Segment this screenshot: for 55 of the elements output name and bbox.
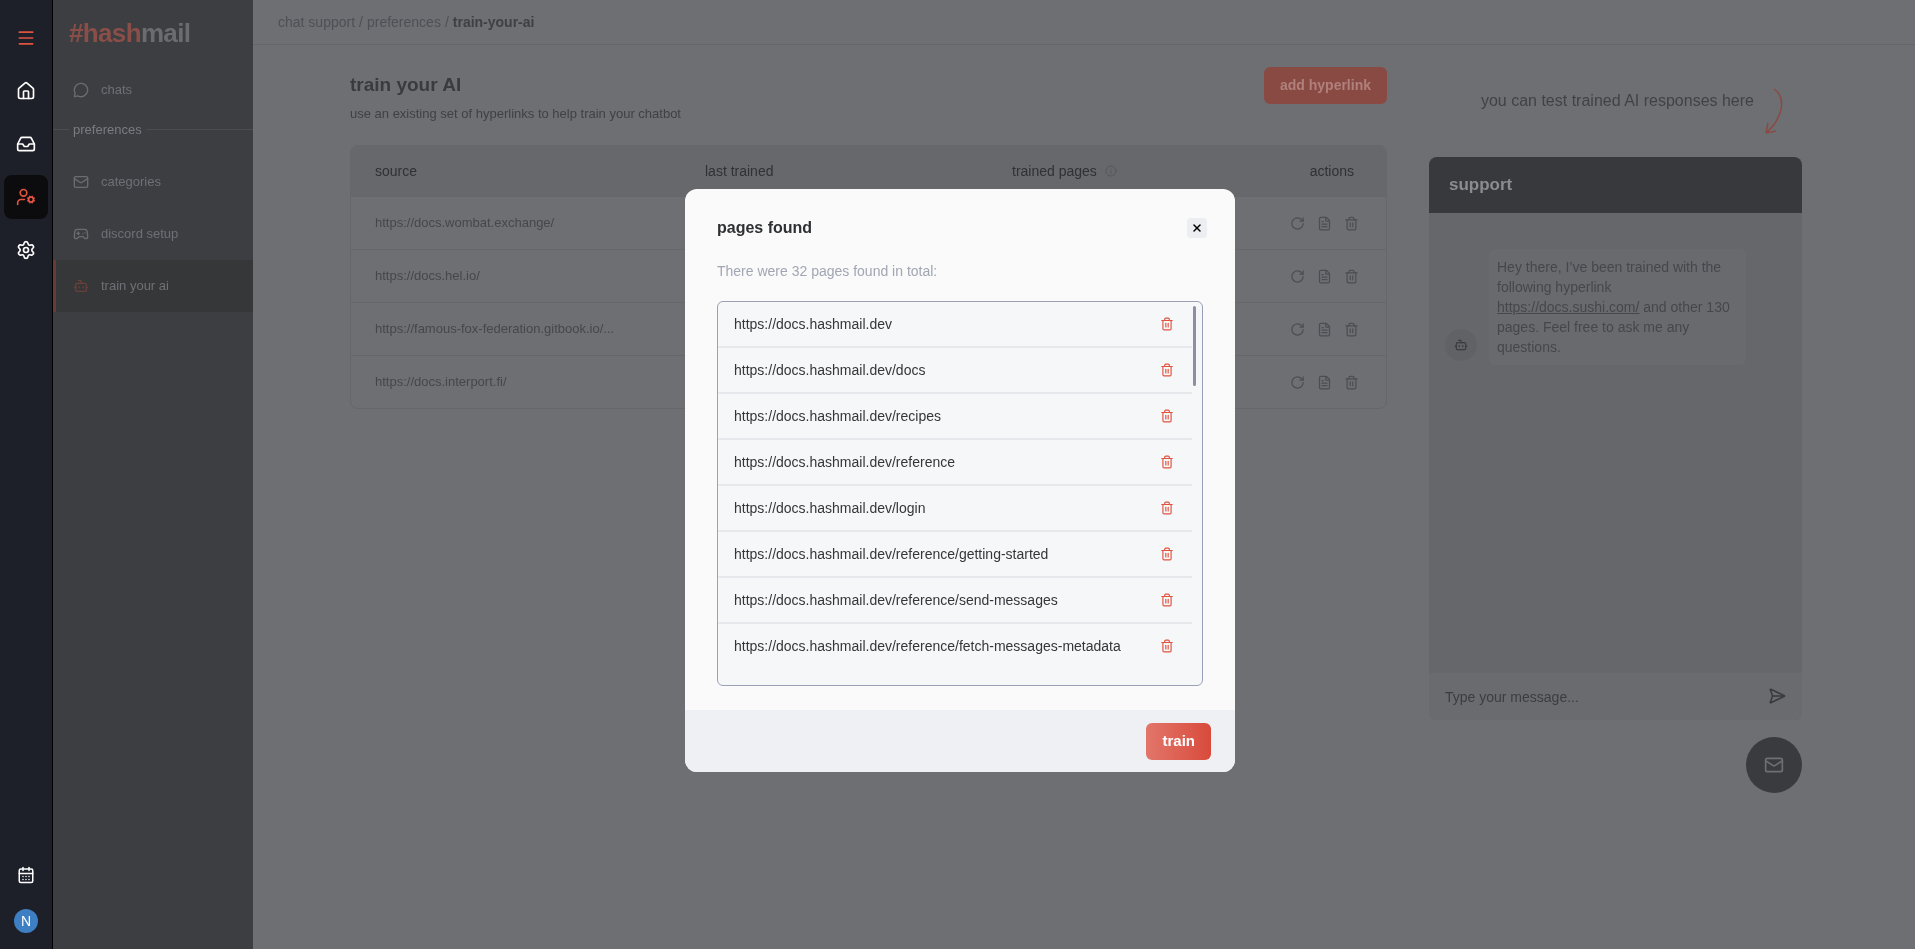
page-url: https://docs.hashmail.dev/docs <box>734 361 927 380</box>
refresh-icon[interactable] <box>1290 268 1305 284</box>
trash-icon[interactable] <box>1160 455 1174 469</box>
column-header: last trained <box>705 161 775 181</box>
mail-fab[interactable] <box>1746 737 1802 793</box>
dialog-title: pages found <box>717 218 813 238</box>
mail-icon <box>1764 755 1784 775</box>
trash-icon[interactable] <box>1344 268 1359 284</box>
trash-icon[interactable] <box>1160 639 1174 653</box>
page-url: https://docs.hashmail.dev <box>734 315 893 334</box>
column-header: actions <box>1308 161 1355 181</box>
column-header: source <box>375 161 419 181</box>
page-url: https://docs.hashmail.dev/recipes <box>734 407 942 426</box>
user-icon <box>16 187 36 207</box>
page-url: https://docs.hashmail.dev/login <box>734 499 927 518</box>
train-button[interactable]: train <box>1146 722 1211 760</box>
breadcrumb-separator: / <box>359 12 363 32</box>
chat-bubble-icon <box>73 82 89 98</box>
refresh-icon[interactable] <box>1290 215 1305 231</box>
trash-icon[interactable] <box>1160 501 1174 515</box>
refresh-icon[interactable] <box>1290 374 1305 390</box>
robot-icon <box>73 277 89 294</box>
bot-avatar <box>1445 329 1477 361</box>
home-icon <box>16 81 36 101</box>
trash-icon[interactable] <box>1160 593 1174 607</box>
trash-icon[interactable] <box>1160 317 1174 331</box>
trash-icon[interactable] <box>1344 215 1359 231</box>
page-url: https://docs.hashmail.dev/reference/send-messages <box>734 591 1059 610</box>
close-button[interactable] <box>1187 218 1207 238</box>
user-avatar[interactable]: N <box>14 909 38 933</box>
document-icon[interactable] <box>1317 215 1332 231</box>
settings-icon <box>16 240 36 260</box>
dialog-summary: There were 32 pages found in total: <box>716 262 939 281</box>
trash-icon[interactable] <box>1344 374 1359 390</box>
trash-icon[interactable] <box>1160 547 1174 561</box>
trash-icon[interactable] <box>1160 409 1174 423</box>
chat-header: support <box>1429 157 1802 213</box>
section-label: preferences <box>72 121 143 139</box>
page-url: https://docs.hashmail.dev/reference <box>734 453 956 472</box>
calendar-icon <box>17 866 35 884</box>
trash-icon[interactable] <box>1160 363 1174 377</box>
refresh-icon[interactable] <box>1290 321 1305 337</box>
document-icon[interactable] <box>1317 374 1332 390</box>
breadcrumb-separator: / <box>444 12 449 32</box>
document-icon[interactable] <box>1317 321 1332 337</box>
document-icon[interactable] <box>1317 268 1332 284</box>
trash-icon[interactable] <box>1344 321 1359 337</box>
page-url: https://docs.hashmail.dev/reference/fetch-messages-metadata <box>734 637 1122 656</box>
close-icon <box>1191 222 1203 234</box>
column-header: trained pages <box>1012 161 1097 181</box>
page-url: https://docs.hashmail.dev/reference/getting-started <box>734 545 1050 564</box>
send-icon[interactable] <box>1768 687 1786 705</box>
menu-icon <box>16 28 36 48</box>
scrollbar[interactable] <box>1193 306 1196 386</box>
sidebar-item[interactable]: train your ai <box>53 259 253 312</box>
